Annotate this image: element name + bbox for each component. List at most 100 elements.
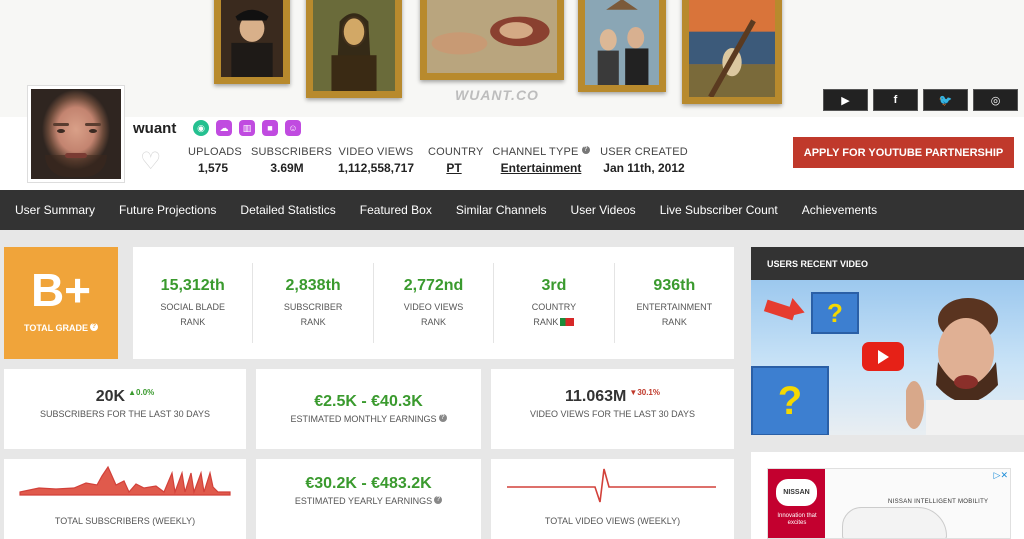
favorite-heart-icon[interactable]: ♡ (140, 150, 162, 174)
change-down: ▼30.1% (629, 388, 660, 397)
recent-video-thumbnail[interactable]: ? ? (751, 280, 1024, 435)
main-nav: User Summary Future Projections Detailed… (0, 190, 1024, 230)
views-weekly-sparkline (507, 468, 716, 503)
subscribers-weekly-label: TOTAL SUBSCRIBERS (WEEKLY) (54, 516, 196, 526)
recent-video-title: USERS RECENT VIDEO (751, 247, 1024, 280)
painting-creation-of-adam (420, 0, 564, 80)
yearly-earnings-card: €30.2K - €483.2K ESTIMATED YEARLY EARNIN… (256, 459, 481, 539)
target-icon[interactable]: ◉ (193, 120, 209, 136)
nav-user-videos[interactable]: User Videos (571, 203, 636, 217)
play-button-icon[interactable] (862, 342, 904, 371)
stat-country-label: COUNTRY (428, 146, 484, 158)
advertisement-panel: NISSAN Innovation that excites NISSAN IN… (751, 452, 1024, 539)
nav-user-summary[interactable]: User Summary (15, 203, 95, 217)
stat-country: COUNTRY PT (428, 146, 484, 175)
group-icon[interactable]: ☺ (285, 120, 301, 136)
change-up: ▲0.0% (128, 388, 155, 397)
nav-live-subscriber-count[interactable]: Live Subscriber Count (660, 203, 778, 217)
stat-uploads-value: 1,575 (197, 161, 229, 175)
nav-future-projections[interactable]: Future Projections (119, 203, 216, 217)
subscribers-30-days-value: 20K (95, 388, 126, 405)
stat-subscribers-value: 3.69M (270, 161, 304, 175)
video-camera-icon[interactable]: ■ (262, 120, 278, 136)
stat-video-views-label: VIDEO VIEWS (338, 146, 414, 158)
twitter-icon[interactable]: 🐦 (923, 89, 968, 111)
stat-user-created: USER CREATED Jan 11th, 2012 (600, 146, 688, 175)
nissan-ad[interactable]: NISSAN Innovation that excites NISSAN IN… (767, 468, 1011, 539)
rank-value: 3rd (541, 276, 567, 294)
rank-label: RANK (421, 316, 447, 327)
cloud-icon[interactable]: ☁ (216, 120, 232, 136)
nissan-logo: NISSAN (776, 479, 817, 506)
facebook-icon[interactable]: f (873, 89, 918, 111)
help-icon[interactable]: ? (581, 146, 590, 154)
channel-badges: ◉ ☁ ▥ ■ ☺ (193, 120, 301, 136)
stat-user-created-value: Jan 11th, 2012 (603, 161, 685, 175)
stat-video-views-value: 1,112,558,717 (337, 161, 415, 175)
help-icon[interactable]: ? (90, 323, 98, 331)
stat-channel-type-label: CHANNEL TYPE (492, 146, 579, 158)
rank-label: ENTERTAINMENT (636, 301, 713, 312)
portugal-flag-icon (560, 318, 575, 327)
rank-value: 936th (653, 276, 696, 294)
nav-similar-channels[interactable]: Similar Channels (456, 203, 547, 217)
monthly-earnings-value: €2.5K - €40.3K (314, 393, 423, 410)
nav-detailed-statistics[interactable]: Detailed Statistics (240, 203, 335, 217)
avatar[interactable] (27, 85, 125, 183)
rank-value: 2,838th (285, 276, 341, 294)
rank-social-blade: 15,312th SOCIAL BLADE RANK (133, 263, 254, 343)
rank-label: RANK (533, 316, 559, 327)
views-30-days-card: 11.063M ▼30.1% VIDEO VIEWS FOR THE LAST 3… (491, 369, 734, 449)
monthly-earnings-label: ESTIMATED MONTHLY EARNINGS (290, 414, 437, 424)
rank-video-views: 2,772nd VIDEO VIEWS RANK (374, 263, 495, 343)
instagram-icon[interactable]: ◎ (973, 89, 1018, 111)
recent-video-panel: USERS RECENT VIDEO ? ? (751, 247, 1024, 435)
rank-country: 3rd COUNTRY RANK (494, 263, 615, 343)
youtube-icon[interactable]: ▶ (823, 89, 868, 111)
monthly-earnings-card: €2.5K - €40.3K ESTIMATED MONTHLY EARNING… (256, 369, 481, 449)
chart-icon[interactable]: ▥ (239, 120, 255, 136)
stat-subscribers-label: SUBSCRIBERS (251, 146, 333, 158)
yearly-earnings-label: ESTIMATED YEARLY EARNINGS (294, 496, 433, 506)
total-grade-card: B+ TOTAL GRADE? (4, 247, 118, 359)
mystery-box-image: ? (751, 366, 829, 435)
rank-label: COUNTRY (531, 301, 577, 312)
help-icon[interactable]: ? (434, 496, 443, 504)
rank-label: RANK (661, 316, 687, 327)
rank-entertainment: 936th ENTERTAINMENT RANK (615, 263, 734, 343)
subscribers-30-days-label: SUBSCRIBERS FOR THE LAST 30 DAYS (39, 409, 211, 419)
views-weekly-label: TOTAL VIDEO VIEWS (WEEKLY) (544, 516, 681, 526)
subscribers-30-days-card: 20K ▲0.0% SUBSCRIBERS FOR THE LAST 30 DAY… (4, 369, 246, 449)
subscribers-weekly-card[interactable]: TOTAL SUBSCRIBERS (WEEKLY) (4, 459, 246, 539)
rank-subscriber: 2,838th SUBSCRIBER RANK (253, 263, 374, 343)
stat-uploads-label: UPLOADS (188, 146, 242, 158)
ad-text: NISSAN INTELLIGENT MOBILITY (888, 499, 989, 505)
stat-channel-type: CHANNEL TYPE? Entertainment (492, 146, 590, 175)
channel-username: wuant (133, 120, 177, 137)
stat-uploads: UPLOADS 1,575 (188, 146, 242, 175)
ad-close-icon[interactable]: ▷✕ (994, 470, 1008, 481)
car-image (842, 507, 947, 538)
grade-label: TOTAL GRADE (23, 323, 88, 333)
country-link[interactable]: PT (428, 161, 480, 175)
help-icon[interactable]: ? (438, 414, 447, 422)
channel-type-link[interactable]: Entertainment (492, 161, 590, 175)
nav-featured-box[interactable]: Featured Box (360, 203, 432, 217)
rank-label: SOCIAL BLADE (160, 301, 226, 312)
channel-banner: WUANT.CO ▶ f 🐦 ◎ (0, 0, 1024, 117)
banner-watermark: WUANT.CO (455, 87, 539, 103)
stat-video-views: VIDEO VIEWS 1,112,558,717 (336, 146, 416, 175)
apply-partnership-button[interactable]: APPLY FOR YOUTUBE PARTNERSHIP (793, 137, 1014, 168)
nav-achievements[interactable]: Achievements (802, 203, 877, 217)
stat-subscribers: SUBSCRIBERS 3.69M (251, 146, 333, 175)
painting-american-gothic (578, 0, 666, 92)
grade-value: B+ (30, 264, 92, 316)
painting-cavalier (214, 0, 290, 84)
views-30-days-value: 11.063M (565, 388, 627, 405)
social-links: ▶ f 🐦 ◎ (823, 89, 1018, 111)
painting-the-scream (682, 0, 782, 104)
youtuber-person-image (906, 298, 1024, 435)
views-weekly-card[interactable]: TOTAL VIDEO VIEWS (WEEKLY) (491, 459, 734, 539)
views-30-days-label: VIDEO VIEWS FOR THE LAST 30 DAYS (529, 409, 696, 419)
rank-value: 2,772nd (403, 276, 464, 294)
